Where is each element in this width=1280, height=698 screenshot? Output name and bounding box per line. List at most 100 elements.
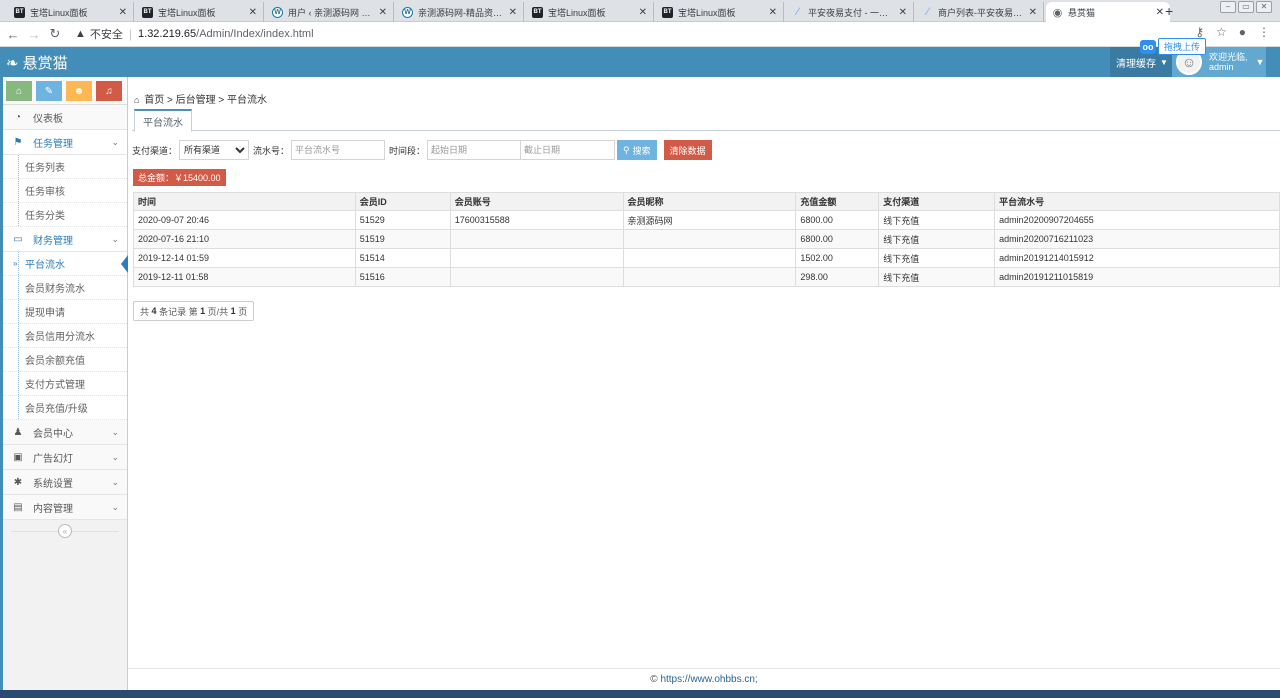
sidebar-subitem[interactable]: 会员余额充值 <box>3 348 127 372</box>
browser-tab-title: 宝塔Linux面板 <box>548 7 606 18</box>
sidebar-group[interactable]: ♟ 会员中心 ⌄ <box>3 420 127 445</box>
upload-badge[interactable]: oo 拖拽上传 <box>1140 38 1207 55</box>
pager-pages: 1 <box>230 306 236 316</box>
new-tab-button[interactable]: + <box>1165 3 1173 19</box>
column-header[interactable]: 支付渠道 <box>878 192 996 211</box>
table-cell: 线下充值 <box>878 267 996 287</box>
browser-tab[interactable]: ◉ 悬赏猫 ✕ <box>1046 2 1170 22</box>
browser-tab[interactable]: BT 宝塔Linux面板 ✕ <box>8 2 134 22</box>
sidebar-item-label: 任务列表 <box>25 163 65 174</box>
close-tab-icon[interactable]: ✕ <box>119 7 127 18</box>
breadcrumb-home[interactable]: 首页 <box>144 95 164 106</box>
bt-favicon-icon: BT <box>662 6 673 18</box>
star-icon[interactable]: ☆ <box>1216 25 1227 39</box>
close-tab-icon[interactable]: ✕ <box>379 7 387 18</box>
leaf-icon: ❧ <box>6 54 19 72</box>
column-header[interactable]: 平台流水号 <box>994 192 1280 211</box>
end-date-input[interactable] <box>521 140 616 160</box>
column-header[interactable]: 时间 <box>133 192 356 211</box>
browser-tab[interactable]: BT 宝塔Linux面板 ✕ <box>526 2 654 22</box>
sidebar-item-label: 提现申请 <box>25 308 65 319</box>
close-tab-icon[interactable]: ✕ <box>1156 7 1164 18</box>
chevron-down-icon: ⌄ <box>111 136 119 147</box>
pager-mid2: 页/共 <box>207 306 229 317</box>
table-row[interactable]: 2020-07-16 21:10 51519 6800.00 线下充值 admin202… <box>133 229 1280 249</box>
close-window-icon[interactable]: ✕ <box>1256 1 1272 13</box>
start-date-input[interactable] <box>427 140 522 160</box>
brand[interactable]: ❧ 悬赏猫 <box>6 52 68 73</box>
flow-table: 时间 会员ID 会员账号 会员昵称 充值金额 支付渠道 平台流水号 2020-09-07 2… <box>133 192 1280 287</box>
warning-icon[interactable]: ▲ <box>75 28 86 40</box>
browser-tab[interactable]: W 用户 ‹ 亲测源码网 — W ✕ <box>266 2 394 22</box>
tab-platform-flow[interactable]: 平台流水 <box>134 109 192 132</box>
shortcut-home-button[interactable]: ⌂ <box>6 81 32 101</box>
sidebar-subitem[interactable]: 任务列表 <box>3 155 127 179</box>
column-header[interactable]: 会员昵称 <box>622 192 797 211</box>
search-button[interactable]: ⚲ 搜索 <box>617 140 657 160</box>
close-tab-icon[interactable]: ✕ <box>639 7 647 18</box>
sidebar-item-label: 财务管理 <box>33 235 73 247</box>
browser-tab[interactable]: W 亲测源码网-精品资源站 ✕ <box>396 2 524 22</box>
image-icon: ▣ <box>13 451 23 463</box>
sidebar-subitem[interactable]: 任务分类 <box>3 203 127 227</box>
table-cell <box>622 267 797 287</box>
url-field[interactable]: 1.32.219.65/Admin/Index/index.html <box>138 28 314 40</box>
channel-select[interactable]: 所有渠道 <box>179 140 250 160</box>
shortcut-users-button[interactable]: ☻ <box>66 81 92 101</box>
sidebar-subitem[interactable]: 支付方式管理 <box>3 372 127 396</box>
browser-tab[interactable]: BT 宝塔Linux面板 ✕ <box>136 2 264 22</box>
table-cell: 6800.00 <box>795 210 880 230</box>
close-tab-icon[interactable]: ✕ <box>769 7 777 18</box>
sidebar-item[interactable]: ◔ 仪表板 <box>3 105 127 130</box>
sidebar-subitem[interactable]: 会员充值/升级 <box>3 396 127 420</box>
browser-tab[interactable]: ⁄ 商户列表-平安夜易支付 ✕ <box>916 2 1044 22</box>
key-icon[interactable]: ⚷ <box>1195 25 1204 39</box>
table-cell <box>449 229 624 249</box>
reload-icon[interactable]: ↻ <box>47 26 63 42</box>
menu-icon[interactable]: ⋮ <box>1258 25 1270 39</box>
table-row[interactable]: 2020-09-07 20:46 51529 17600315588 亲测源码网 680… <box>133 210 1280 230</box>
breadcrumb-level1[interactable]: 后台管理 <box>176 95 216 106</box>
restore-icon[interactable]: ▭ <box>1238 1 1254 13</box>
sidebar-subitem[interactable]: 会员财务流水 <box>3 276 127 300</box>
back-icon[interactable]: ← <box>5 27 21 42</box>
browser-tab[interactable]: BT 宝塔Linux面板 ✕ <box>656 2 784 22</box>
profile-icon[interactable]: ● <box>1239 25 1246 39</box>
clear-data-button[interactable]: 清除数据 <box>663 140 712 160</box>
sidebar-group[interactable]: ⚑ 任务管理 ⌄ <box>3 130 127 155</box>
close-tab-icon[interactable]: ✕ <box>509 7 517 18</box>
table-row[interactable]: 2019-12-14 01:59 51514 1502.00 线下充值 admin201… <box>133 248 1280 268</box>
sidebar-group[interactable]: ▭ 财务管理 ⌄ <box>3 227 127 252</box>
shortcut-edit-button[interactable]: ✎ <box>36 81 62 101</box>
browser-tab[interactable]: ⁄ 平安夜易支付 - 一站式 ✕ <box>786 2 914 22</box>
sidebar-group[interactable]: ▣ 广告幻灯 ⌄ <box>3 445 127 470</box>
main-content: ⌂ 首页 > 后台管理 > 平台流水 平台流水 支付渠道： 所有渠道 流水号： … <box>128 77 1280 690</box>
table-row[interactable]: 2019-12-11 01:58 51516 298.00 线下充值 admin2019… <box>133 267 1280 287</box>
table-cell: 2019-12-14 01:59 <box>133 248 356 268</box>
chevron-down-icon: ⌄ <box>111 451 119 462</box>
column-header[interactable]: 会员ID <box>354 192 451 211</box>
minimize-icon[interactable]: – <box>1220 1 1236 13</box>
pager-mid: 条记录 第 <box>159 306 198 317</box>
collapse-icon[interactable]: « <box>58 524 72 538</box>
sidebar-subitem[interactable]: 提现申请 <box>3 300 127 324</box>
sidebar-subitem[interactable]: 任务审核 <box>3 179 127 203</box>
close-tab-icon[interactable]: ✕ <box>249 7 257 18</box>
serial-input[interactable] <box>291 140 386 160</box>
sidebar-subitem[interactable]: » 平台流水 <box>3 252 128 276</box>
shortcut-bell-button[interactable]: ♫ <box>96 81 122 101</box>
breadcrumb-sep: > <box>167 95 173 106</box>
home-icon: ⌂ <box>134 95 140 105</box>
footer-link[interactable]: https://www.ohbbs.cn; <box>660 674 757 685</box>
sidebar-subitem[interactable]: 会员信用分流水 <box>3 324 127 348</box>
forward-icon[interactable]: → <box>26 27 42 42</box>
sidebar-item-label: 任务管理 <box>33 138 73 150</box>
column-header[interactable]: 充值金额 <box>795 192 880 211</box>
insecure-label[interactable]: 不安全 <box>90 26 123 42</box>
close-tab-icon[interactable]: ✕ <box>1029 7 1037 18</box>
sidebar-group[interactable]: ▤ 内容管理 ⌄ <box>3 495 127 520</box>
caret-down-icon: ▼ <box>1255 57 1265 67</box>
column-header[interactable]: 会员账号 <box>449 192 624 211</box>
close-tab-icon[interactable]: ✕ <box>899 7 907 18</box>
sidebar-group[interactable]: ✱ 系统设置 ⌄ <box>3 470 127 495</box>
